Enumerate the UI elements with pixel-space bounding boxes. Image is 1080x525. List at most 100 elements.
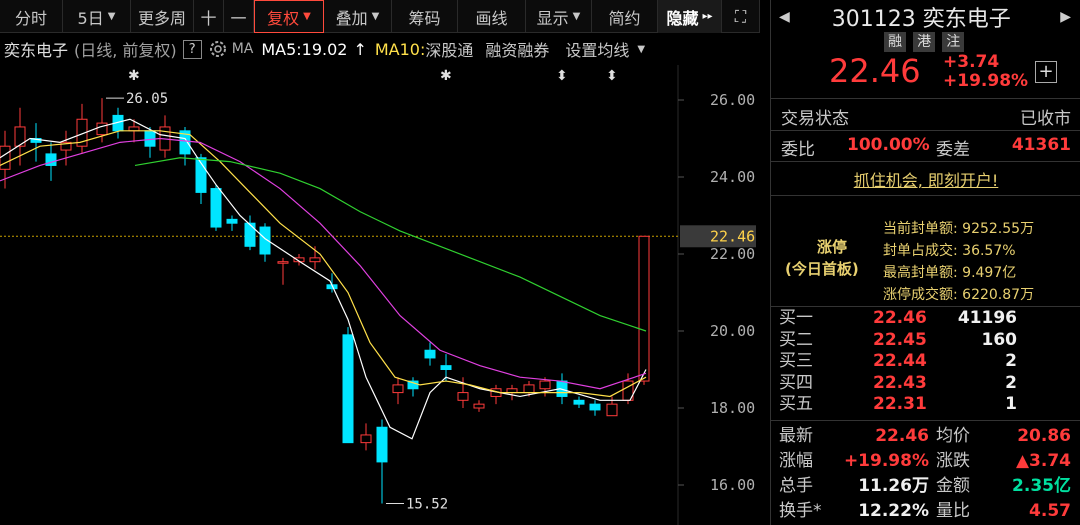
chevron-down-icon: ▼ [371,11,380,22]
y-tick-label: 22.00 [710,245,755,263]
tab-5day[interactable]: 5日 ▼ [63,0,131,33]
chart-period: (日线, 前复权) [74,41,177,60]
chip-button[interactable]: 筹码 [392,0,458,33]
candle-body [539,380,551,390]
event-marker-icon: ⬍ [556,68,568,84]
tag-registration: 注 [942,32,965,52]
fullscreen-icon: ⛶ [734,6,747,26]
y-tick-label: 16.00 [710,476,755,494]
adjust-button[interactable]: 复权 ▼ [254,0,324,33]
overlay-button[interactable]: 叠加 ▼ [324,0,392,33]
table-row: 总手 11.26万 金额 2.35亿 [779,476,1071,496]
chart-toolbar: 分时 5日 ▼ 更多周 十 一 复权 ▼ 叠加 ▼ 筹码 画线 显示 ▼ 简约 隐藏 ▸▸… [0,0,760,33]
candle-body [96,122,108,136]
candle-body [144,130,156,147]
quote-panel: ◀ 301123 奕东电子 ▶ 融 港 注 22.46 +3.74 +19.98… [770,0,1080,525]
list-item[interactable]: 买一 22.46 41196 [771,308,1080,330]
y-tick-label: 18.00 [710,399,755,417]
bid-book: 买一 22.46 41196 买二 22.45 160 买三 22.44 2 买四 22.43… [771,308,1080,418]
plus-icon: 十 [200,8,217,28]
table-row: 换手* 12.22% 量比 4.57 [779,501,1071,521]
stock-tags: 融 港 注 [771,31,1080,52]
open-account-link[interactable]: 抓住机会, 即刻开户! [854,171,999,190]
trade-status: 已收市 [1020,109,1071,129]
candle-body [210,188,222,228]
candle-body [360,434,372,444]
list-item[interactable]: 买二 22.45 160 [771,330,1080,352]
weicha-value: 41361 [1011,135,1071,155]
candle-body [309,257,321,263]
ma5-value: MA5:19.02 [261,39,348,59]
chevron-down-icon: ▼ [107,11,116,22]
price-row: 22.46 +3.74 +19.98% + [771,50,1080,94]
ma5-line [0,118,647,440]
margin-trading-link[interactable]: 融资融券 [485,37,549,61]
candle-body [392,384,404,394]
candle-body [342,334,354,444]
candle-body [573,399,585,405]
tag-margin: 融 [884,32,906,52]
double-chevron-right-icon: ▸▸ [702,11,713,22]
price-change-pct: +19.98% [943,71,1029,91]
arrow-up-icon: ↑ [353,39,367,59]
chevron-down-icon: ▼ [572,11,581,22]
ma60-line [134,157,647,332]
list-item[interactable]: 买五 22.31 1 [771,394,1080,416]
last-price: 22.46 [829,52,921,90]
zoom-in-button[interactable]: 十 [194,0,224,33]
candle-body [523,384,535,394]
y-tick-label: 20.00 [710,322,755,340]
ma-label: MA [231,41,254,57]
candle-body [440,365,452,370]
chevron-down-icon: ▼ [303,11,311,22]
event-marker-icon: ✱ [128,68,140,84]
limit-up-box: 涨停 (今日首板) 当前封单额: 9252.55万 封单占成交: 36.57% … [785,221,1035,303]
next-stock-icon[interactable]: ▶ [1060,9,1071,25]
list-item[interactable]: 买三 22.44 2 [771,351,1080,373]
table-row: 涨幅 +19.98% 涨跌 ▲3.74 [779,451,1071,471]
list-item[interactable]: 买四 22.43 2 [771,373,1080,395]
candle-body [424,349,436,359]
tag-hk: 港 [913,32,936,52]
zoom-out-button[interactable]: 一 [224,0,254,33]
fullscreen-button[interactable]: ⛶ [722,0,760,33]
help-button[interactable]: ? [182,39,202,59]
minus-icon: 一 [230,8,247,28]
ma10-line [0,130,647,398]
event-marker-icon: ⬍ [606,68,618,84]
chart-header: 奕东电子 (日线, 前复权) ? MA MA5:19.02 ↑ MA10: 深股… [0,37,760,61]
simple-button[interactable]: 简约 [592,0,658,33]
y-tick-label: 24.00 [710,168,755,186]
prev-stock-icon[interactable]: ◀ [779,9,790,25]
add-watchlist-button[interactable]: + [1035,61,1057,83]
tab-intraday[interactable]: 分时 [0,0,63,33]
candle-body [277,261,289,264]
stats-table: 最新 22.46 均价 20.86 涨幅 +19.98% 涨跌 ▲3.74 总手 11.26万… [771,424,1080,524]
ma10-value: MA10: [374,39,426,59]
limit-up-title: 涨停 [817,238,848,256]
low-label: 15.52 [406,496,448,512]
event-marker-icon: ✱ [440,68,452,84]
current-price-label: 22.46 [710,227,755,245]
candle-body [473,403,485,409]
candle-body [638,235,650,382]
stock-name: 奕东电子 [4,41,69,60]
candle-body [606,403,618,417]
stock-code-name: 301123 奕东电子 [831,7,1011,32]
hgt-link[interactable]: 深股通 [425,37,473,61]
candle-body [0,145,11,170]
weibi-row: 委比 100.00% 委差 41361 [781,135,1071,160]
set-ma-button[interactable]: 设置均线 [565,37,629,61]
display-button[interactable]: 显示 ▼ [526,0,592,33]
hide-button[interactable]: 隐藏 ▸▸ [658,0,722,33]
candle-body [244,222,256,247]
candle-body [457,392,469,401]
tab-more-period[interactable]: 更多周 [131,0,194,33]
kline-chart[interactable]: 26.00 24.00 22.00 20.00 18.00 16.00 22.46 26.0… [0,65,760,525]
draw-line-button[interactable]: 画线 [458,0,526,33]
gear-icon[interactable] [208,39,228,59]
limit-up-subtitle: (今日首板) [785,260,859,278]
candle-body [376,426,388,463]
price-change: +3.74 [943,52,1000,72]
chevron-down-icon[interactable]: ▼ [637,44,645,55]
